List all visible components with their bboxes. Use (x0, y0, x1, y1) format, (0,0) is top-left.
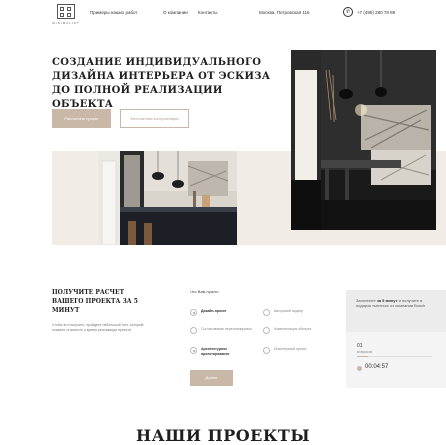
logo-text: MINIMALIST (52, 21, 80, 25)
kitchen-photo-large (291, 50, 436, 230)
phone-number[interactable]: +7 (495) 280 78 89 (357, 10, 395, 15)
radio-button[interactable] (263, 327, 270, 334)
prize-text: Заполните за 5 минут и получите в подаро… (356, 298, 426, 308)
radio-button[interactable] (263, 309, 270, 316)
address: Москва, Петровская 116 (259, 10, 310, 15)
quiz-title: Получите расчет вашего проекта за 5 мину… (52, 289, 138, 314)
quiz-description: Чтобы это получить, пройдите небольшой т… (52, 323, 144, 332)
nav-link-about[interactable]: О компании (163, 10, 188, 15)
projects-title: Наши проекты (135, 426, 311, 445)
option-label: Комплектация объекта (274, 327, 312, 331)
nav-link-contacts[interactable]: Контакты (198, 10, 217, 15)
radio-button[interactable] (190, 309, 197, 316)
next-button[interactable]: Далее (190, 370, 233, 386)
nav-link-works[interactable]: Примеры наших работ (90, 10, 138, 15)
step-label: вопросов (357, 350, 373, 354)
progress-fill (357, 356, 369, 357)
phone-icon[interactable]: ✆ (343, 7, 353, 17)
quiz-question: Что Вам нужно: (190, 289, 220, 294)
radio-button[interactable] (263, 347, 270, 354)
timer-icon (357, 366, 362, 371)
option-label: Авторский надзор (274, 309, 304, 313)
radio-button[interactable] (190, 327, 197, 334)
option-label: Согласование перепланировки (201, 327, 252, 331)
hero-title: Создание индивидуального дизайна интерье… (52, 57, 271, 110)
option-label: Инженерный проект (274, 347, 307, 351)
calculate-button[interactable]: Рассчитать проект (52, 109, 111, 128)
consultation-button[interactable]: Бесплатная консультация (120, 109, 189, 128)
prize-box (346, 290, 446, 332)
logo[interactable] (57, 4, 75, 19)
step-number: 01 (357, 343, 363, 349)
radio-button[interactable] (190, 347, 197, 354)
kitchen-photo-small (98, 151, 237, 245)
option-label: Архитектурное проектирование (201, 347, 230, 356)
timer: 00:04:57 (365, 364, 389, 370)
option-label: Дизайн-проект (201, 309, 227, 313)
progress-track (357, 356, 432, 357)
